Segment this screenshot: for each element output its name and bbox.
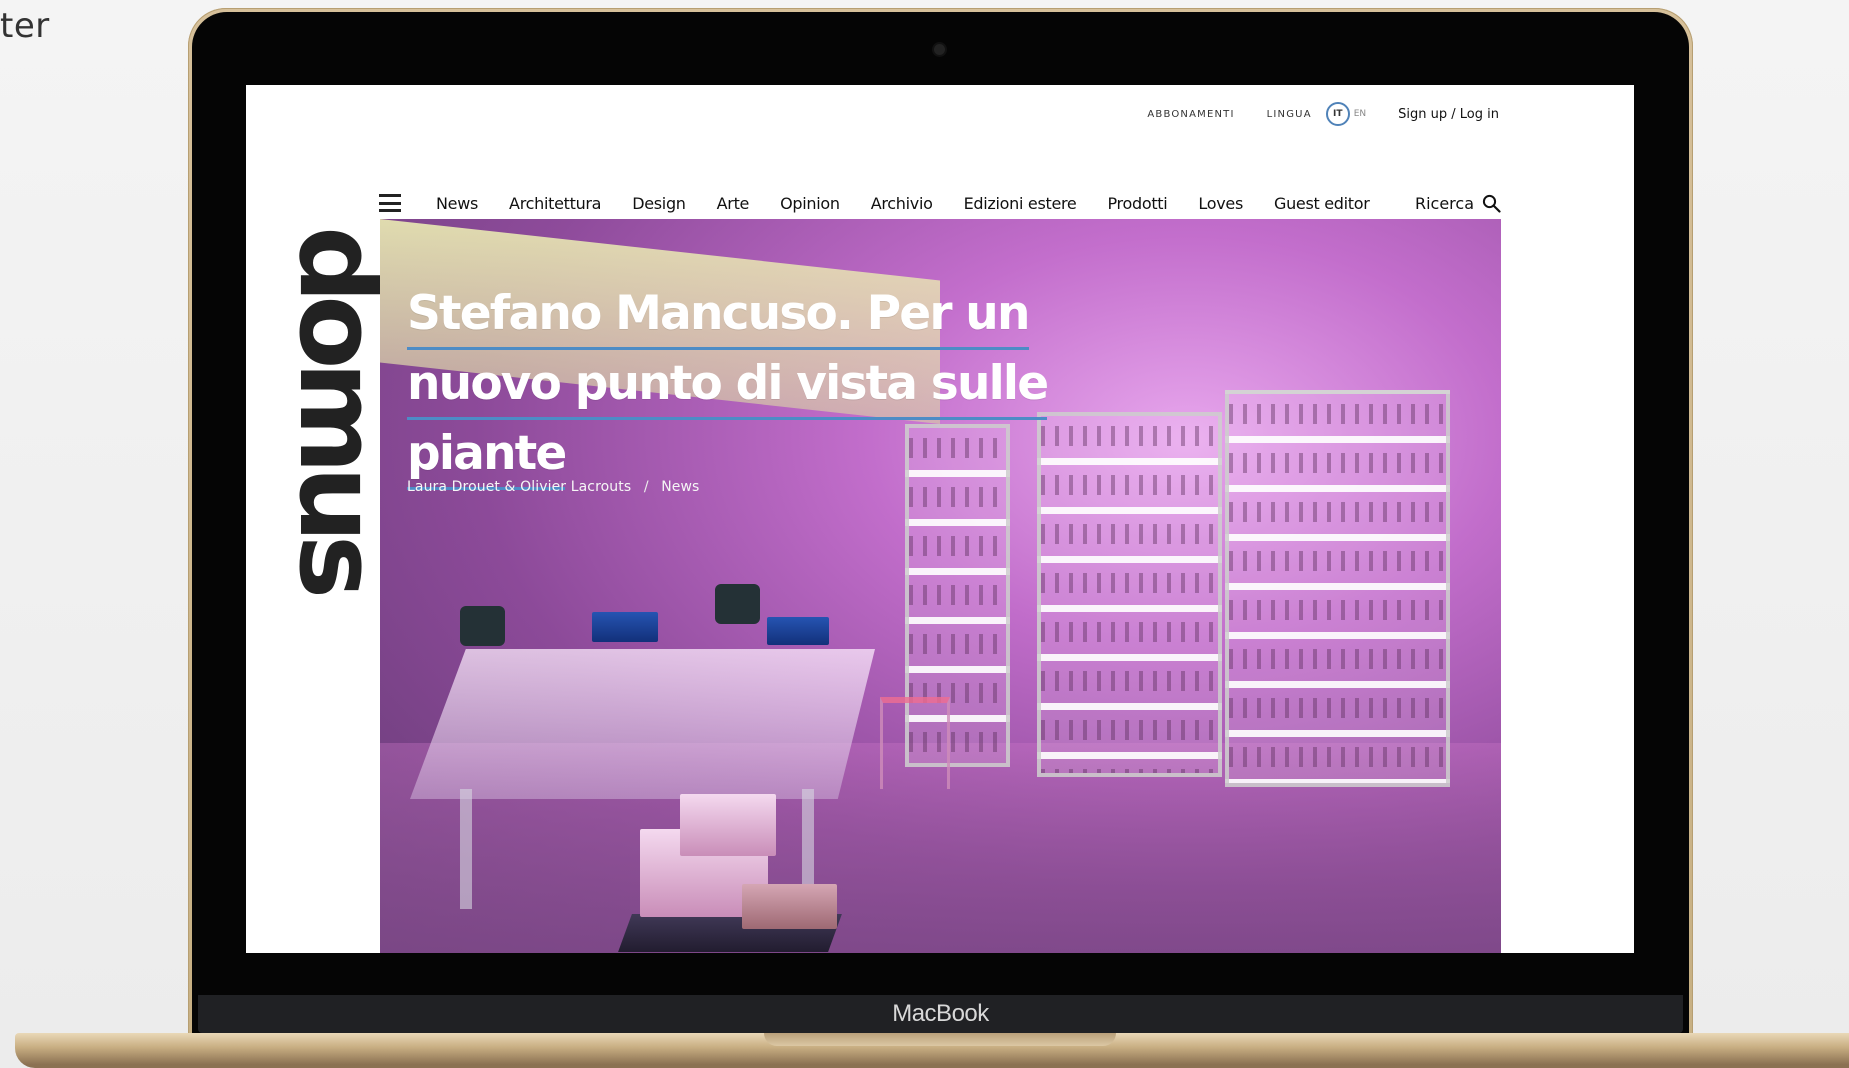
nav-item-architettura[interactable]: Architettura: [509, 194, 601, 213]
storage-box: [680, 794, 776, 856]
nav-item-prodotti[interactable]: Prodotti: [1107, 194, 1167, 213]
nav-item-arte[interactable]: Arte: [717, 194, 750, 213]
hamburger-line-icon: [379, 209, 401, 212]
cropped-corner-text: ter: [0, 6, 50, 46]
plant-rack: [1037, 412, 1222, 777]
domus-logo-text: domus: [275, 226, 400, 592]
storage-box: [742, 884, 837, 929]
search-icon: [1482, 194, 1501, 213]
article-authors[interactable]: Laura Drouet & Olivier Lacrouts: [407, 479, 631, 495]
presentation-background: ter ABBONAMENTI LINGUA IT EN Sign up / L…: [0, 0, 1849, 1068]
blue-crate: [592, 612, 658, 642]
search-button[interactable]: Ricerca: [1415, 194, 1501, 213]
article-title[interactable]: Stefano Mancuso. Per un nuovo punto di v…: [407, 280, 1057, 491]
watering-can-icon: [715, 584, 760, 624]
language-it-button[interactable]: IT: [1325, 102, 1350, 126]
plant-rack: [1225, 390, 1450, 787]
hamburger-line-icon: [379, 194, 401, 197]
article-category[interactable]: News: [661, 479, 699, 495]
nav-item-news[interactable]: News: [436, 194, 478, 213]
watering-can-icon: [460, 606, 505, 646]
nav-item-edizioni-estere[interactable]: Edizioni estere: [964, 194, 1077, 213]
article-meta: Laura Drouet & Olivier Lacrouts / News: [407, 479, 699, 495]
search-label: Ricerca: [1414, 193, 1474, 213]
hamburger-menu-icon[interactable]: [379, 194, 401, 212]
article-title-line: nuovo punto di vista sulle: [407, 350, 1049, 421]
blue-crate: [767, 617, 829, 645]
lab-stool: [880, 697, 950, 789]
main-navigation: News Architettura Design Arte Opinion Ar…: [379, 187, 1501, 219]
signup-login-link[interactable]: Sign up / Log in: [1398, 107, 1499, 122]
nav-list: News Architettura Design Arte Opinion Ar…: [436, 194, 1415, 213]
language-label: LINGUA: [1266, 108, 1312, 120]
nav-item-archivio[interactable]: Archivio: [871, 194, 933, 213]
nav-item-loves[interactable]: Loves: [1198, 194, 1243, 213]
nav-item-guest-editor[interactable]: Guest editor: [1274, 194, 1370, 213]
featured-article-hero[interactable]: Stefano Mancuso. Per un nuovo punto di v…: [380, 219, 1501, 953]
domus-logo[interactable]: domus: [275, 225, 400, 592]
nav-item-design[interactable]: Design: [632, 194, 686, 213]
macbook-label: MacBook: [892, 1000, 989, 1027]
work-table: [410, 649, 875, 799]
website-screen: ABBONAMENTI LINGUA IT EN Sign up / Log i…: [246, 85, 1634, 953]
article-title-line: Stefano Mancuso. Per un: [407, 280, 1030, 351]
language-en-button[interactable]: EN: [1354, 109, 1366, 119]
macbook-hinge-notch: [764, 1033, 1116, 1046]
top-utility-bar: ABBONAMENTI LINGUA IT EN Sign up / Log i…: [1147, 102, 1499, 126]
subscriptions-link[interactable]: ABBONAMENTI: [1147, 109, 1234, 120]
nav-item-opinion[interactable]: Opinion: [780, 194, 840, 213]
meta-separator: /: [643, 479, 649, 495]
hamburger-line-icon: [379, 201, 401, 205]
camera-icon: [934, 44, 945, 55]
